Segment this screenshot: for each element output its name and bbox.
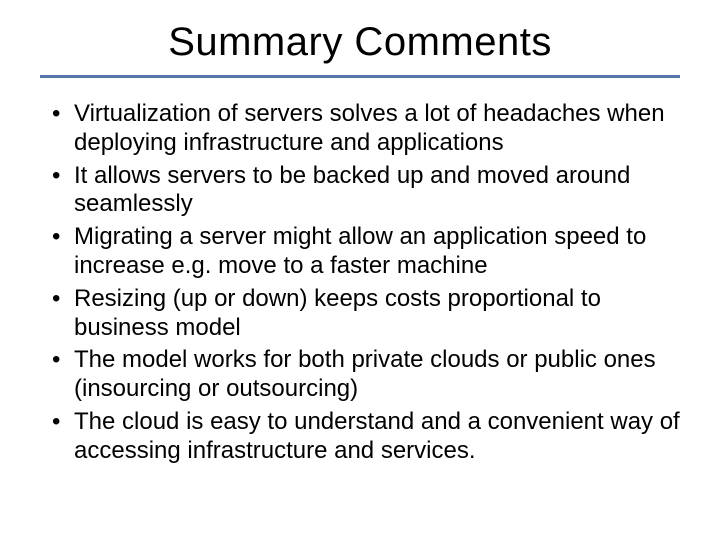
list-item: Migrating a server might allow an applic… (46, 223, 680, 281)
list-item: Resizing (up or down) keeps costs propor… (46, 285, 680, 343)
list-item: Virtualization of servers solves a lot o… (46, 100, 680, 158)
slide-title: Summary Comments (40, 20, 680, 65)
slide-container: Summary Comments Virtualization of serve… (0, 0, 720, 540)
list-item: It allows servers to be backed up and mo… (46, 162, 680, 220)
list-item: The model works for both private clouds … (46, 346, 680, 404)
bullet-list: Virtualization of servers solves a lot o… (40, 100, 680, 466)
title-divider (40, 75, 680, 78)
list-item: The cloud is easy to understand and a co… (46, 408, 680, 466)
